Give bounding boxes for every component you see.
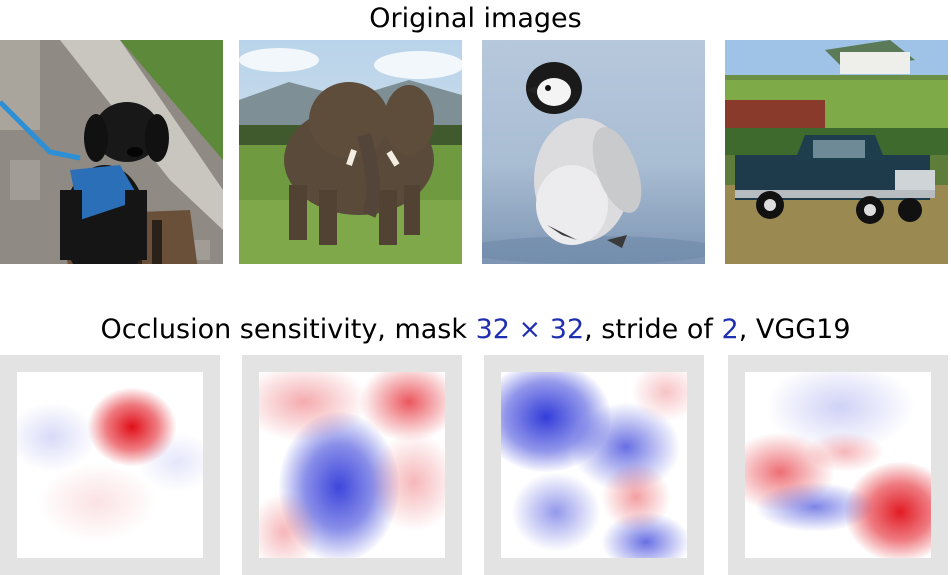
truck-occlusion-heatmap — [728, 355, 948, 575]
stride-value: 2 — [721, 314, 739, 345]
penguin-chick-photo — [482, 40, 705, 264]
title-prefix: Occlusion sensitivity, mask — [100, 314, 476, 345]
title-middle: , stride of — [584, 314, 722, 345]
original-images-title: Original images — [369, 3, 582, 34]
elephant-photo — [239, 40, 462, 264]
pickup-truck-photo — [725, 40, 948, 264]
times-sign: × — [509, 314, 550, 345]
title-suffix: , VGG19 — [738, 314, 851, 345]
penguin-occlusion-heatmap — [484, 355, 704, 575]
occlusion-sensitivity-title: Occlusion sensitivity, mask 32 × 32, str… — [0, 313, 951, 347]
dog-photo — [0, 40, 223, 264]
elephant-occlusion-heatmap — [242, 355, 462, 575]
mask-height: 32 — [549, 314, 585, 345]
mask-width: 32 — [475, 314, 510, 345]
dog-occlusion-heatmap — [0, 355, 220, 575]
